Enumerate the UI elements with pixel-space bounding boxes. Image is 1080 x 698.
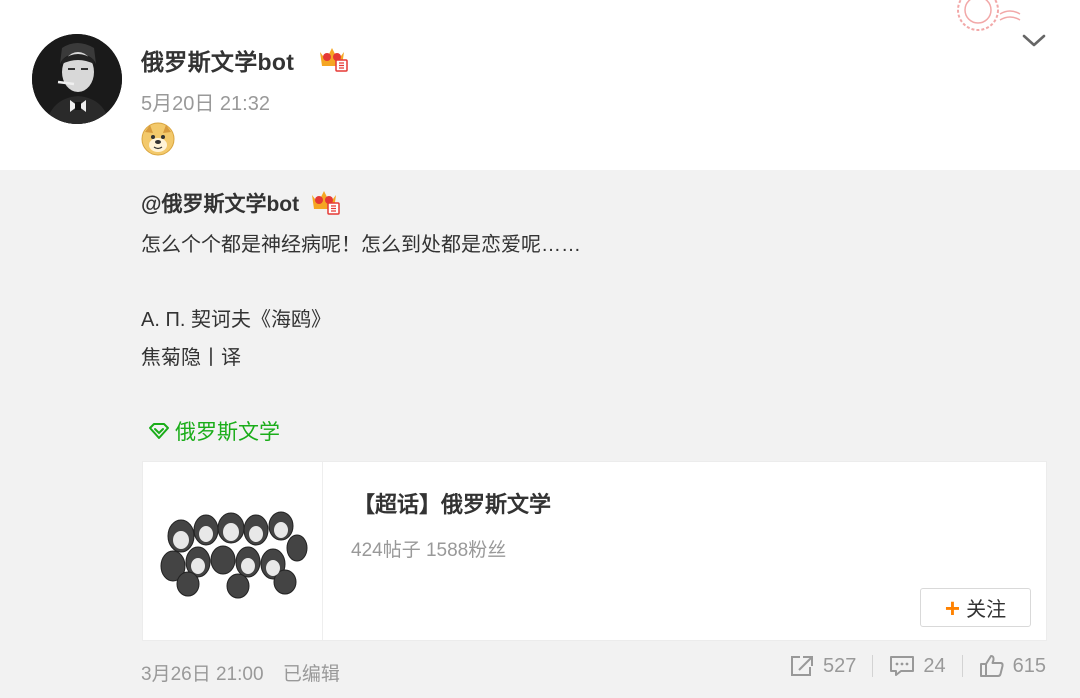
repost-time[interactable]: 3月26日 21:00 — [141, 664, 264, 685]
share-icon — [791, 656, 813, 676]
divider — [961, 655, 963, 677]
topic-tag-link[interactable]: 俄罗斯文学 — [148, 416, 280, 446]
super-topic-title: 【超话】俄罗斯文学 — [353, 492, 552, 517]
like-count: 615 — [1012, 654, 1046, 677]
repost-text-line: А. П. 契诃夫《海鸥》 — [141, 309, 331, 331]
original-author[interactable]: @俄罗斯文学bot — [141, 188, 299, 218]
comment-button[interactable]: 24 — [889, 654, 946, 678]
headline-stamp-icon — [938, 0, 1026, 42]
post-header: 俄罗斯文学bot 5月20日 21:32 — [0, 0, 1080, 170]
repost-button[interactable]: 527 — [789, 654, 856, 678]
post-time[interactable]: 5月20日 21:32 — [141, 87, 270, 116]
repost-text-line: 怎么个个都是神经病呢！怎么到处都是恋爱呢…… — [141, 234, 581, 256]
follow-button[interactable]: + 关注 — [920, 588, 1031, 627]
crown-vip-icon — [318, 44, 348, 72]
edited-label: 已编辑 — [282, 664, 340, 685]
doge-emoji-icon — [141, 122, 175, 156]
comment-count: 24 — [923, 654, 946, 677]
repost-count: 527 — [823, 654, 857, 677]
plus-icon: + — [944, 592, 961, 623]
super-topic-card[interactable]: 【超话】俄罗斯文学 424帖子 1588粉丝 + 关注 — [142, 461, 1047, 641]
topic-tag-label: 俄罗斯文学 — [175, 421, 280, 444]
user-name[interactable]: 俄罗斯文学bot — [141, 43, 294, 77]
like-button[interactable]: 615 — [979, 654, 1046, 678]
repost-footer-meta: 3月26日 21:00 已编辑 — [141, 659, 340, 686]
reposted-content: @俄罗斯文学bot 怎么个个都是神经病呢！怎么到处都是恋爱呢…… А. П. 契… — [0, 170, 1080, 698]
follow-label: 关注 — [966, 599, 1007, 621]
divider — [872, 655, 874, 677]
thumbs-up-icon — [979, 655, 1004, 677]
avatar[interactable] — [32, 34, 122, 124]
topic-diamond-icon — [149, 423, 169, 439]
chevron-down-icon[interactable] — [1020, 30, 1048, 50]
super-topic-stats: 424帖子 1588粉丝 — [351, 540, 507, 561]
super-topic-thumbnail — [143, 462, 323, 640]
repost-text-line: 焦菊隐丨译 — [141, 347, 241, 369]
comment-icon — [890, 656, 915, 676]
action-bar: 527 24 615 — [789, 654, 1046, 678]
crown-vip-icon — [310, 187, 340, 215]
